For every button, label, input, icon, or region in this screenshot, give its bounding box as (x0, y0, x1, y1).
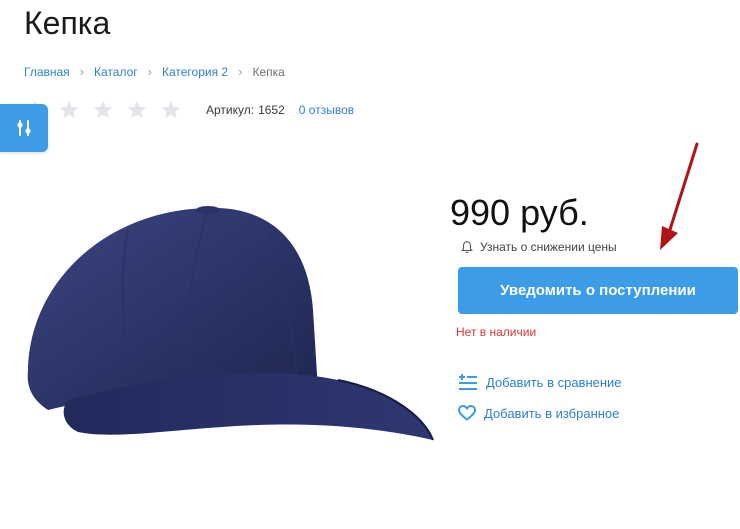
price-drop-alert-link[interactable]: Узнать о снижении цены (460, 240, 617, 254)
chevron-right-icon: › (238, 64, 243, 79)
sku-value: 1652 (258, 103, 285, 117)
breadcrumb-home[interactable]: Главная (24, 64, 70, 80)
star-icon[interactable] (58, 99, 80, 121)
heart-icon (458, 405, 476, 421)
breadcrumb-catalog[interactable]: Каталог (94, 64, 138, 80)
annotation-arrow (660, 142, 699, 250)
add-to-favorites-label: Добавить в избранное (484, 405, 620, 421)
reviews-link[interactable]: 0 отзывов (299, 103, 354, 117)
star-icon[interactable] (92, 99, 114, 121)
stock-status: Нет в наличии (456, 325, 537, 339)
breadcrumb-category[interactable]: Категория 2 (162, 64, 228, 80)
rating-row: Артикул: 1652 0 отзывов (24, 96, 354, 124)
product-price: 990 руб. (450, 192, 589, 233)
chevron-right-icon: › (147, 64, 152, 79)
add-to-compare-label: Добавить в сравнение (486, 374, 622, 390)
filter-toggle-button[interactable] (0, 104, 48, 152)
product-title: Кепка (24, 5, 111, 41)
product-image-cap[interactable] (8, 200, 438, 470)
price-drop-alert-label: Узнать о снижении цены (480, 240, 617, 254)
add-to-compare-link[interactable]: Добавить в сравнение (458, 373, 622, 391)
compare-list-icon (459, 374, 477, 390)
star-icon[interactable] (160, 99, 182, 121)
filter-sliders-icon (17, 120, 31, 136)
bell-icon (461, 241, 473, 253)
sku-label: Артикул: (206, 103, 255, 117)
notify-when-available-button[interactable]: Уведомить о поступлении (458, 267, 738, 314)
breadcrumb-current: Кепка (252, 65, 285, 79)
chevron-right-icon: › (79, 64, 85, 79)
add-to-favorites-link[interactable]: Добавить в избранное (458, 405, 619, 421)
breadcrumb: Главная › Каталог › Категория 2 › Кепка (24, 64, 285, 80)
star-icon[interactable] (126, 99, 148, 121)
